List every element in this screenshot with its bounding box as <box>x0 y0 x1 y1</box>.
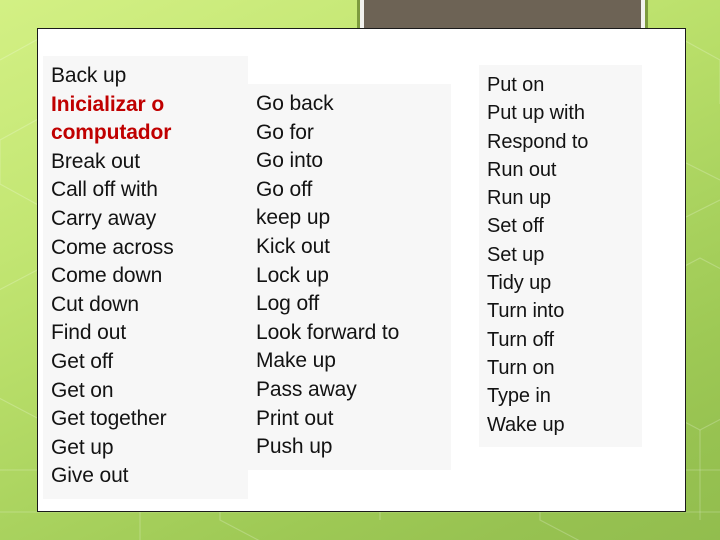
phrasal-verb-item: Lock up <box>256 263 329 287</box>
phrasal-verb-item: Put up with <box>487 102 585 125</box>
phrasal-verb-item: keep up <box>256 206 331 230</box>
phrasal-verb-item: Run up <box>487 187 551 210</box>
phrasal-verb-item: Carry away <box>51 206 157 230</box>
phrasal-verb-item: Make up <box>256 349 336 373</box>
phrasal-verb-item: Print out <box>256 406 334 430</box>
phrasal-verb-item: Get on <box>51 378 114 402</box>
phrasal-verb-item: Get up <box>51 435 114 459</box>
phrasal-verb-item: Respond to <box>487 130 589 153</box>
phrasal-verb-item: Get off <box>51 349 113 373</box>
phrasal-verb-item: Pass away <box>256 377 357 401</box>
phrasal-verb-item: Wake up <box>487 413 565 436</box>
phrasal-verb-item: Set up <box>487 243 545 266</box>
phrasal-verb-item: Break out <box>51 149 140 173</box>
phrasal-verb-item: Tidy up <box>487 272 552 295</box>
phrasal-verb-item: Turn off <box>487 328 555 351</box>
phrasal-verb-item: Go for <box>256 120 314 144</box>
phrasal-verb-item: Set off <box>487 215 544 238</box>
phrasal-verb-item: Inicializar o computador <box>51 92 172 145</box>
phrasal-verb-item: Call off with <box>51 178 158 202</box>
phrasal-verb-item: Type in <box>487 385 551 408</box>
phrasal-verb-item: Come down <box>51 264 163 288</box>
phrasal-verb-item: Turn into <box>487 300 565 323</box>
phrasal-verb-item: Log off <box>256 292 320 316</box>
slide-canvas: Back up Inicializar o computador Break out… <box>0 0 720 540</box>
phrasal-verbs-column-2: Go back Go for Go into Go off keep up Kick ou… <box>248 84 451 470</box>
phrasal-verb-item: Go off <box>256 177 313 201</box>
phrasal-verb-item: Cut down <box>51 292 139 316</box>
phrasal-verb-item: Push up <box>256 435 333 459</box>
phrasal-verb-item: Look forward to <box>256 320 400 344</box>
phrasal-verbs-column-3: Put on Put up with Respond to Run out Run up… <box>479 65 642 447</box>
phrasal-verb-item: Back up <box>51 64 127 87</box>
phrasal-verb-item: Kick out <box>256 234 330 258</box>
phrasal-verb-item: Go back <box>256 92 334 115</box>
phrasal-verb-item: Run out <box>487 158 557 181</box>
phrasal-verb-item: Go into <box>256 149 324 173</box>
phrasal-verb-item: Come across <box>51 235 174 259</box>
phrasal-verb-item: Find out <box>51 321 127 345</box>
phrasal-verb-item: Turn on <box>487 356 555 379</box>
phrasal-verb-item: Put on <box>487 74 545 96</box>
phrasal-verb-item: Give out <box>51 464 129 488</box>
phrasal-verbs-column-1: Back up Inicializar o computador Break out… <box>43 56 248 499</box>
content-frame: Back up Inicializar o computador Break out… <box>37 28 686 512</box>
phrasal-verb-item: Get together <box>51 407 167 431</box>
